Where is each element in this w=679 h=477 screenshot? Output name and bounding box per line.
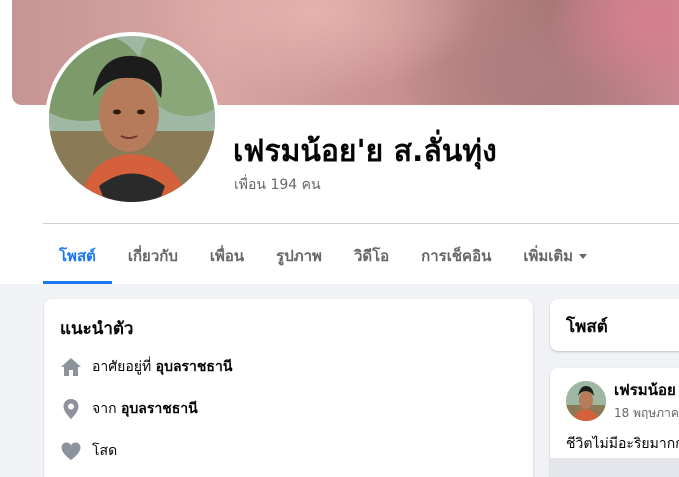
tab-about[interactable]: เกี่ยวกับ xyxy=(112,228,194,284)
tab-checkins[interactable]: การเช็คอิน xyxy=(405,228,507,284)
header-divider xyxy=(43,223,679,224)
tab-label: เพิ่มเติม xyxy=(523,247,574,265)
caret-down-icon xyxy=(579,253,588,259)
post-card: เฟรมน้อย 18 พฤษภาค ชีวิตไม่มีอะริยมากก xyxy=(550,368,679,477)
profile-name: เฟรมน้อย'ย ส.ลั่นทุ่ง xyxy=(233,134,497,169)
post-avatar-photo xyxy=(566,380,606,421)
post-author-avatar[interactable] xyxy=(566,380,606,421)
profile-picture[interactable] xyxy=(45,32,219,206)
post-image[interactable] xyxy=(550,458,679,477)
intro-card: แนะนำตัว อาศัยอยู่ที่ อุบลราชธานี จาก อุ… xyxy=(44,299,533,477)
tab-label: รูปภาพ xyxy=(276,247,322,265)
intro-row-relationship: โสด xyxy=(60,440,517,462)
intro-row-prefix: จาก xyxy=(92,401,117,417)
posts-header-card: โพสต์ xyxy=(550,299,679,351)
intro-row-prefix: อาศัยอยู่ที่ xyxy=(92,359,152,375)
location-pin-icon xyxy=(63,399,79,419)
heart-icon xyxy=(61,442,81,460)
intro-row-value[interactable]: อุบลราชธานี xyxy=(156,356,233,378)
tab-more[interactable]: เพิ่มเติม xyxy=(507,228,603,284)
intro-row-value[interactable]: อุบลราชธานี xyxy=(121,398,198,420)
home-icon xyxy=(61,358,81,376)
posts-title: โพสต์ xyxy=(566,317,608,337)
avatar-photo xyxy=(49,36,215,202)
friend-count[interactable]: เพื่อน 194 คน xyxy=(234,174,321,196)
post-date[interactable]: 18 พฤษภาค xyxy=(614,404,679,423)
tab-friends[interactable]: เพื่อน xyxy=(194,228,260,284)
intro-row-value: โสด xyxy=(92,443,118,459)
post-author-name[interactable]: เฟรมน้อย xyxy=(614,378,679,402)
avatar xyxy=(49,36,215,202)
profile-page: เฟรมน้อย'ย ส.ลั่นทุ่ง เพื่อน 194 คน โพสต… xyxy=(0,0,679,477)
intro-row-from: จาก อุบลราชธานี xyxy=(60,398,517,420)
tab-label: เกี่ยวกับ xyxy=(127,247,178,265)
intro-row-lives-in: อาศัยอยู่ที่ อุบลราชธานี xyxy=(60,356,517,378)
post-meta: เฟรมน้อย 18 พฤษภาค xyxy=(614,378,679,423)
profile-tabs: โพสต์ เกี่ยวกับ เพื่อน รูปภาพ วิดีโอ การ… xyxy=(43,228,603,284)
tab-label: วิดีโอ xyxy=(353,247,390,265)
intro-title: แนะนำตัว xyxy=(60,319,134,339)
content-area: แนะนำตัว อาศัยอยู่ที่ อุบลราชธานี จาก อุ… xyxy=(0,284,679,477)
tab-posts[interactable]: โพสต์ xyxy=(43,228,112,284)
tab-label: การเช็คอิน xyxy=(421,247,492,265)
tab-label: เพื่อน xyxy=(209,247,245,265)
post-text: ชีวิตไม่มีอะริยมากก xyxy=(566,436,679,452)
tab-label: โพสต์ xyxy=(59,247,96,265)
post-header: เฟรมน้อย 18 พฤษภาค xyxy=(566,378,679,423)
tab-videos[interactable]: วิดีโอ xyxy=(338,228,405,284)
tab-photos[interactable]: รูปภาพ xyxy=(260,228,338,284)
